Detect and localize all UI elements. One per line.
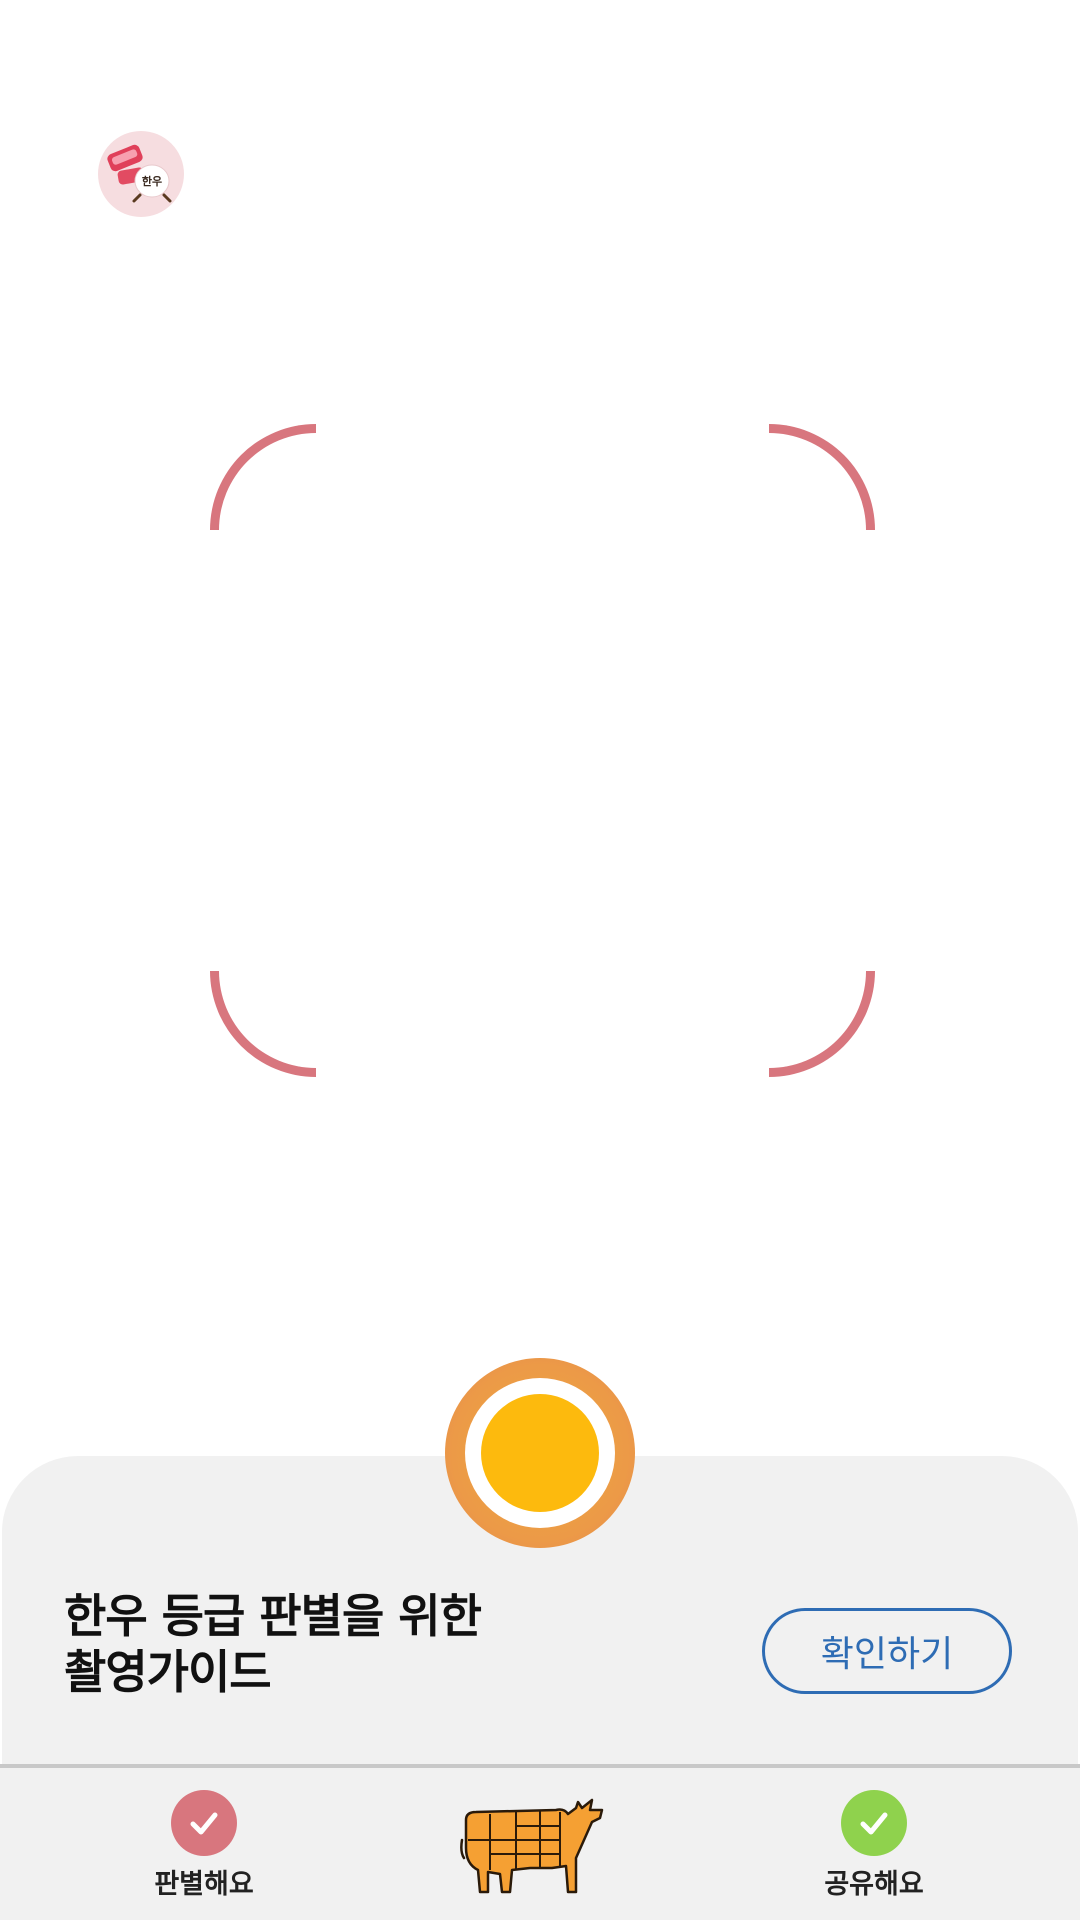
nav-item-label: 공유해요 xyxy=(824,1869,924,1900)
nav-item-label: 판별해요 xyxy=(154,1869,254,1900)
check-circle-icon xyxy=(841,1790,907,1856)
guide-title: 한우 등급 판별을 위한 촬영가이드 xyxy=(64,1588,584,1700)
camera-frame-corner-bottom-left xyxy=(210,971,316,1077)
nav-item-share[interactable]: 공유해요 xyxy=(794,1790,954,1901)
confirm-guide-button[interactable]: 확인하기 xyxy=(762,1608,1012,1694)
shutter-button[interactable] xyxy=(445,1358,635,1548)
guide-title-line2: 촬영가이드 xyxy=(64,1645,272,1699)
nav-item-judge[interactable]: 판별해요 xyxy=(124,1790,284,1901)
nav-item-beef-cuts[interactable] xyxy=(460,1796,620,1906)
camera-frame-corner-top-right xyxy=(769,424,875,530)
app-logo[interactable]: 한우 xyxy=(98,131,184,217)
bottom-nav: 판별해요 공유해요 xyxy=(0,1768,1080,1920)
guide-title-line1: 한우 등급 판별을 위한 xyxy=(64,1589,482,1643)
logo-text: 한우 xyxy=(142,174,162,188)
shutter-icon xyxy=(465,1378,615,1528)
check-circle-icon xyxy=(171,1790,237,1856)
shutter-core xyxy=(481,1394,599,1512)
hanwoo-logo-icon: 한우 xyxy=(107,144,172,203)
camera-frame-corner-bottom-right xyxy=(769,971,875,1077)
camera-frame-corner-top-left xyxy=(210,424,316,530)
beef-cuts-cow-icon xyxy=(460,1798,604,1894)
